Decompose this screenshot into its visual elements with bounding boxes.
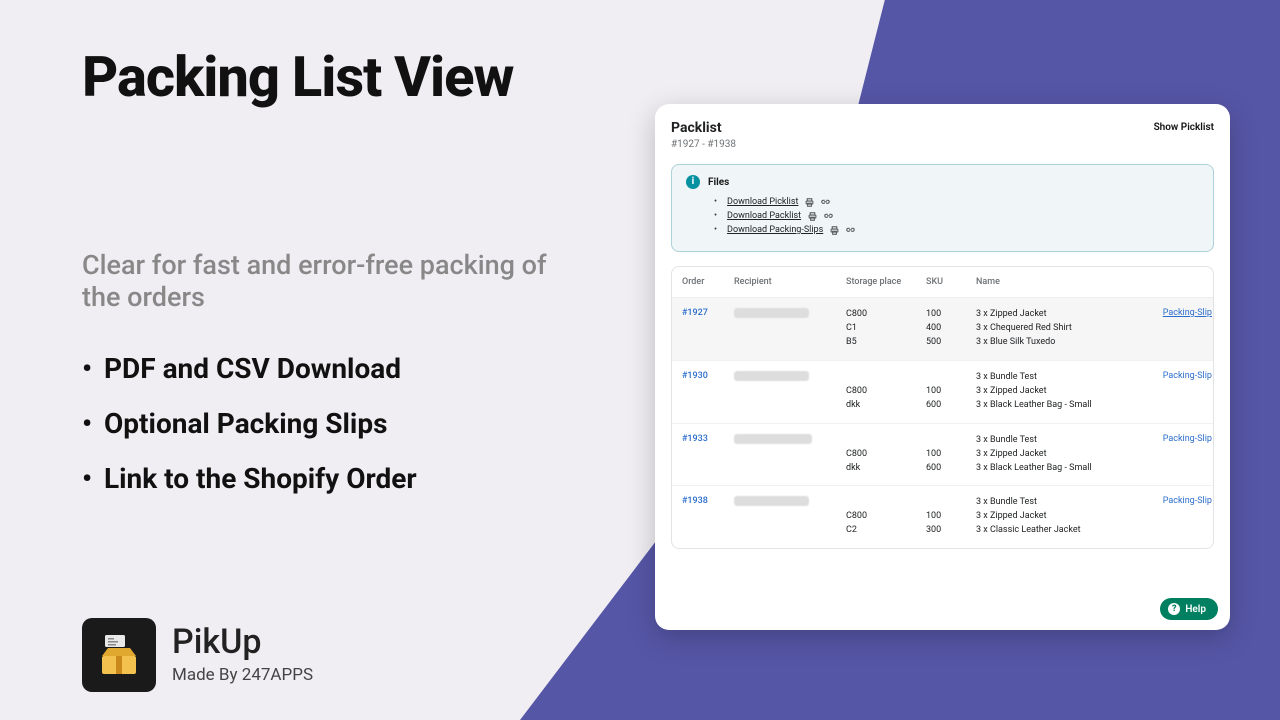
sku-cell: 100600	[926, 371, 976, 413]
printer-icon[interactable]	[807, 211, 817, 221]
name-cell: 3 x Zipped Jacket3 x Chequered Red Shirt…	[976, 308, 1134, 350]
col-order: Order	[682, 277, 734, 287]
help-icon: ?	[1168, 603, 1180, 615]
recipient-redacted	[734, 496, 809, 506]
download-packlist-link[interactable]: Download Packlist	[727, 211, 801, 221]
files-box: i Files Download Picklist Download Packl…	[671, 164, 1214, 252]
feature-bullet: Optional Packing Slips	[82, 407, 562, 440]
feature-bullet: Link to the Shopify Order	[82, 462, 562, 495]
panel-title: Packlist	[671, 120, 736, 136]
link-icon[interactable]	[845, 225, 855, 235]
table-row: #1930 C800dkk 1006003 x Bundle Test3 x Z…	[672, 361, 1213, 424]
sku-cell: 100300	[926, 496, 976, 538]
col-recipient: Recipient	[734, 277, 846, 287]
files-heading: Files	[708, 177, 729, 188]
order-link[interactable]: #1930	[682, 371, 734, 381]
brand-byline: Made By 247APPS	[172, 665, 313, 685]
table-row: #1938 C800C2 1003003 x Bundle Test3 x Zi…	[672, 486, 1213, 548]
show-picklist-link[interactable]: Show Picklist	[1154, 122, 1214, 133]
link-icon[interactable]	[820, 197, 830, 207]
packing-slip-link[interactable]: Packing-Slip	[1134, 496, 1212, 506]
packlist-table: Order Recipient Storage place SKU Name #…	[671, 266, 1214, 549]
order-link[interactable]: #1938	[682, 496, 734, 506]
sku-cell: 100400500	[926, 308, 976, 350]
page-subhead: Clear for fast and error-free packing of…	[82, 249, 562, 314]
table-row: #1927 C800C1B51004005003 x Zipped Jacket3…	[672, 298, 1213, 361]
download-packing-slips-link[interactable]: Download Packing-Slips	[727, 225, 823, 235]
link-icon[interactable]	[823, 211, 833, 221]
info-icon: i	[686, 175, 700, 189]
panel-range: #1927 - #1938	[671, 139, 736, 150]
name-cell: 3 x Bundle Test3 x Zipped Jacket3 x Blac…	[976, 434, 1134, 476]
storage-cell: C800C1B5	[846, 308, 926, 350]
packing-slip-link[interactable]: Packing-Slip	[1134, 308, 1212, 318]
col-storage: Storage place	[846, 277, 926, 287]
packing-slip-link[interactable]: Packing-Slip	[1134, 434, 1212, 444]
feature-bullet: PDF and CSV Download	[82, 352, 562, 385]
packing-slip-link[interactable]: Packing-Slip	[1134, 371, 1212, 381]
storage-cell: C800C2	[846, 496, 926, 538]
col-name: Name	[976, 277, 1134, 287]
download-picklist-link[interactable]: Download Picklist	[727, 197, 798, 207]
packlist-panel: Packlist #1927 - #1938 Show Picklist i F…	[655, 104, 1230, 630]
storage-cell: C800dkk	[846, 434, 926, 476]
help-label: Help	[1185, 604, 1206, 615]
brand-logo-icon	[82, 618, 156, 692]
brand-name: PikUp	[172, 625, 313, 659]
recipient-redacted	[734, 308, 809, 318]
recipient-redacted	[734, 371, 809, 381]
printer-icon[interactable]	[804, 197, 814, 207]
order-link[interactable]: #1927	[682, 308, 734, 318]
sku-cell: 100600	[926, 434, 976, 476]
col-sku: SKU	[926, 277, 976, 287]
help-button[interactable]: ? Help	[1160, 598, 1218, 620]
storage-cell: C800dkk	[846, 371, 926, 413]
name-cell: 3 x Bundle Test3 x Zipped Jacket3 x Clas…	[976, 496, 1134, 538]
printer-icon[interactable]	[829, 225, 839, 235]
order-link[interactable]: #1933	[682, 434, 734, 444]
name-cell: 3 x Bundle Test3 x Zipped Jacket3 x Blac…	[976, 371, 1134, 413]
page-title: Packing List View	[82, 48, 562, 107]
table-row: #1933 C800dkk 1006003 x Bundle Test3 x Z…	[672, 424, 1213, 487]
recipient-redacted	[734, 434, 812, 444]
